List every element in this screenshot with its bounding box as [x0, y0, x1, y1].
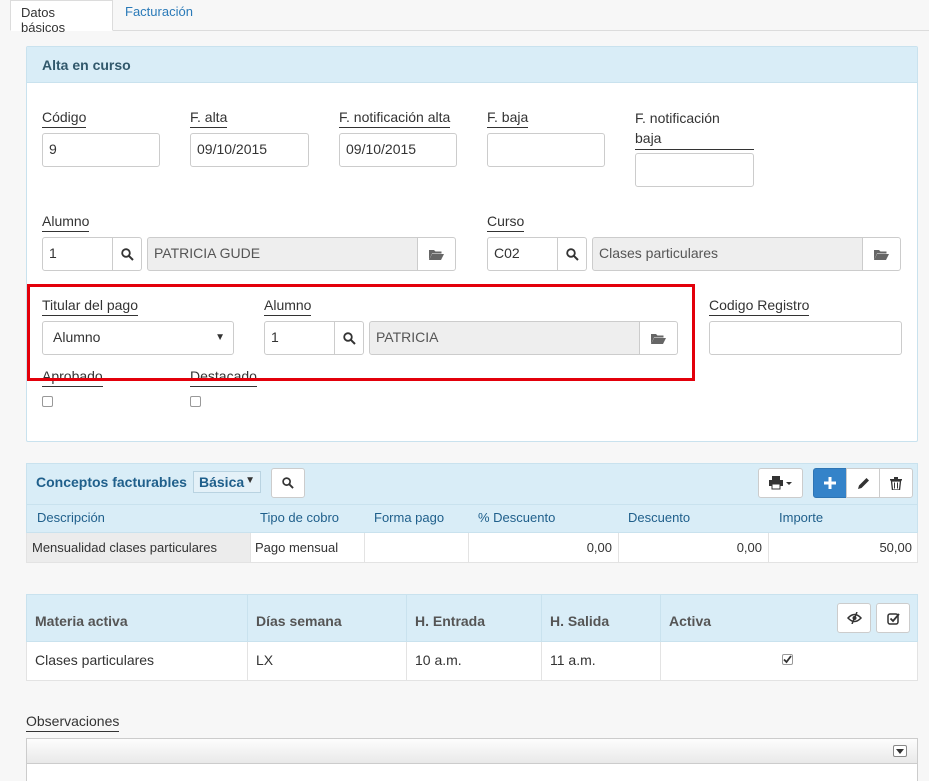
add-concepto-button[interactable] [813, 468, 847, 498]
cell-entrada: 10 a.m. [415, 652, 462, 668]
editor-expand-button[interactable] [893, 745, 907, 757]
destacado-checkbox[interactable] [190, 396, 201, 407]
f-notificacion-baja-label-line1: F. notificación [635, 110, 720, 126]
col-activa[interactable]: Activa [669, 613, 711, 629]
print-icon [768, 476, 792, 490]
highlight-box [27, 284, 695, 381]
eye-slash-icon [846, 612, 862, 624]
alumno-name-display: PATRICIA GUDE [147, 237, 418, 271]
curso-code-input[interactable]: C02 [487, 237, 558, 271]
cell-divider [541, 642, 542, 680]
observaciones-editor[interactable] [26, 738, 918, 781]
f-notificacion-alta-label: F. notificación alta [339, 108, 451, 128]
cell-divider [364, 533, 365, 562]
cell-salida: 11 a.m. [550, 652, 596, 668]
activa-checkbox[interactable] [782, 654, 793, 665]
f-notificacion-baja-input[interactable] [635, 153, 754, 187]
tab-facturacion[interactable]: Facturación [115, 0, 203, 31]
codigo-registro-label: Codigo Registro [709, 296, 810, 316]
folder-open-icon [874, 249, 889, 260]
cell-divider [406, 595, 407, 641]
col-descuento[interactable]: Descuento [628, 510, 690, 525]
cell-divider [660, 642, 661, 680]
conceptos-search-button[interactable] [271, 468, 305, 498]
toggle-visibility-button[interactable] [837, 603, 871, 633]
check-icon [783, 655, 792, 664]
cell-divider [406, 642, 407, 680]
alumno-open-button[interactable] [417, 237, 456, 271]
cell-descripcion: Mensualidad clases particulares [32, 540, 217, 555]
folder-open-icon [429, 249, 444, 260]
cell-divider [541, 595, 542, 641]
cell-porcentaje-descuento: 0,00 [586, 540, 612, 555]
select-all-button[interactable] [876, 603, 910, 633]
col-importe[interactable]: Importe [779, 510, 823, 525]
f-baja-input[interactable] [487, 133, 605, 167]
f-alta-input[interactable]: 09/10/2015 [190, 133, 309, 167]
curso-open-button[interactable] [862, 237, 901, 271]
aprobado-checkbox[interactable] [42, 396, 53, 407]
col-tipo-cobro[interactable]: Tipo de cobro [260, 510, 339, 525]
delete-concepto-button[interactable] [879, 468, 913, 498]
f-baja-label: F. baja [487, 108, 529, 128]
codigo-label: Código [42, 108, 87, 128]
tab-datos-basicos[interactable]: Datos básicos [10, 0, 113, 35]
cell-tipo-cobro: Pago mensual [255, 540, 339, 555]
editor-toolbar [27, 739, 917, 764]
search-icon [120, 247, 134, 261]
f-notificacion-baja-label: F. notificación baja [635, 108, 754, 150]
plus-icon [824, 477, 836, 489]
cell-divider [468, 533, 469, 562]
col-porcentaje-descuento[interactable]: % Descuento [478, 510, 555, 525]
cell-materia: Clases particulares [35, 652, 155, 668]
col-descripcion[interactable]: Descripción [37, 510, 105, 525]
cell-divider [247, 642, 248, 680]
trash-icon [890, 476, 902, 490]
f-notificacion-alta-input[interactable]: 09/10/2015 [339, 133, 457, 167]
print-button[interactable] [758, 468, 803, 498]
conceptos-view-select[interactable]: Básica ▼ [193, 471, 261, 493]
codigo-input[interactable]: 9 [42, 133, 160, 167]
cell-divider [250, 533, 251, 562]
alumno-label: Alumno [42, 212, 90, 232]
alumno-search-button[interactable] [112, 237, 142, 271]
col-h-salida[interactable]: H. Salida [550, 613, 609, 629]
caret-down-icon: ▼ [245, 475, 255, 486]
col-materia-activa[interactable]: Materia activa [35, 613, 128, 629]
alumno-code-input[interactable]: 1 [42, 237, 113, 271]
curso-label: Curso [487, 212, 525, 232]
cell-divider [247, 595, 248, 641]
search-icon [282, 477, 294, 489]
edit-concepto-button[interactable] [846, 468, 880, 498]
codigo-registro-input[interactable] [709, 321, 902, 355]
cell-divider [660, 595, 661, 641]
curso-search-button[interactable] [557, 237, 587, 271]
cell-dias: LX [256, 652, 274, 668]
cell-divider [768, 533, 769, 562]
observaciones-label: Observaciones [26, 712, 120, 732]
cell-importe: 50,00 [879, 540, 912, 555]
col-dias-semana[interactable]: Días semana [256, 613, 342, 629]
conceptos-title: Conceptos facturables [36, 474, 187, 490]
check-square-icon [886, 612, 900, 625]
conceptos-view-value: Básica [199, 474, 245, 490]
pencil-icon [857, 477, 869, 489]
f-alta-label: F. alta [190, 108, 228, 128]
cell-divider [618, 533, 619, 562]
curso-name-display: Clases particulares [592, 237, 863, 271]
f-notificacion-baja-label-line2: baja [635, 130, 662, 146]
cell-descuento: 0,00 [736, 540, 762, 555]
tab-bar: Datos básicos Facturación [10, 0, 929, 35]
col-forma-pago[interactable]: Forma pago [374, 510, 444, 525]
search-icon [565, 247, 579, 261]
col-h-entrada[interactable]: H. Entrada [415, 613, 485, 629]
panel-title: Alta en curso [27, 47, 917, 83]
caret-down-icon [896, 748, 904, 754]
